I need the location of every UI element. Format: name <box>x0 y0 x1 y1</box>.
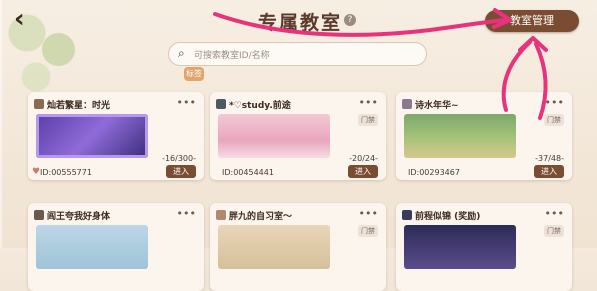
arrow-from-card <box>501 40 532 112</box>
annotation-arrows <box>213 8 548 120</box>
arrow-from-card-2 <box>534 42 548 120</box>
arrow-to-search <box>213 12 507 37</box>
arrowhead-up <box>518 36 548 52</box>
